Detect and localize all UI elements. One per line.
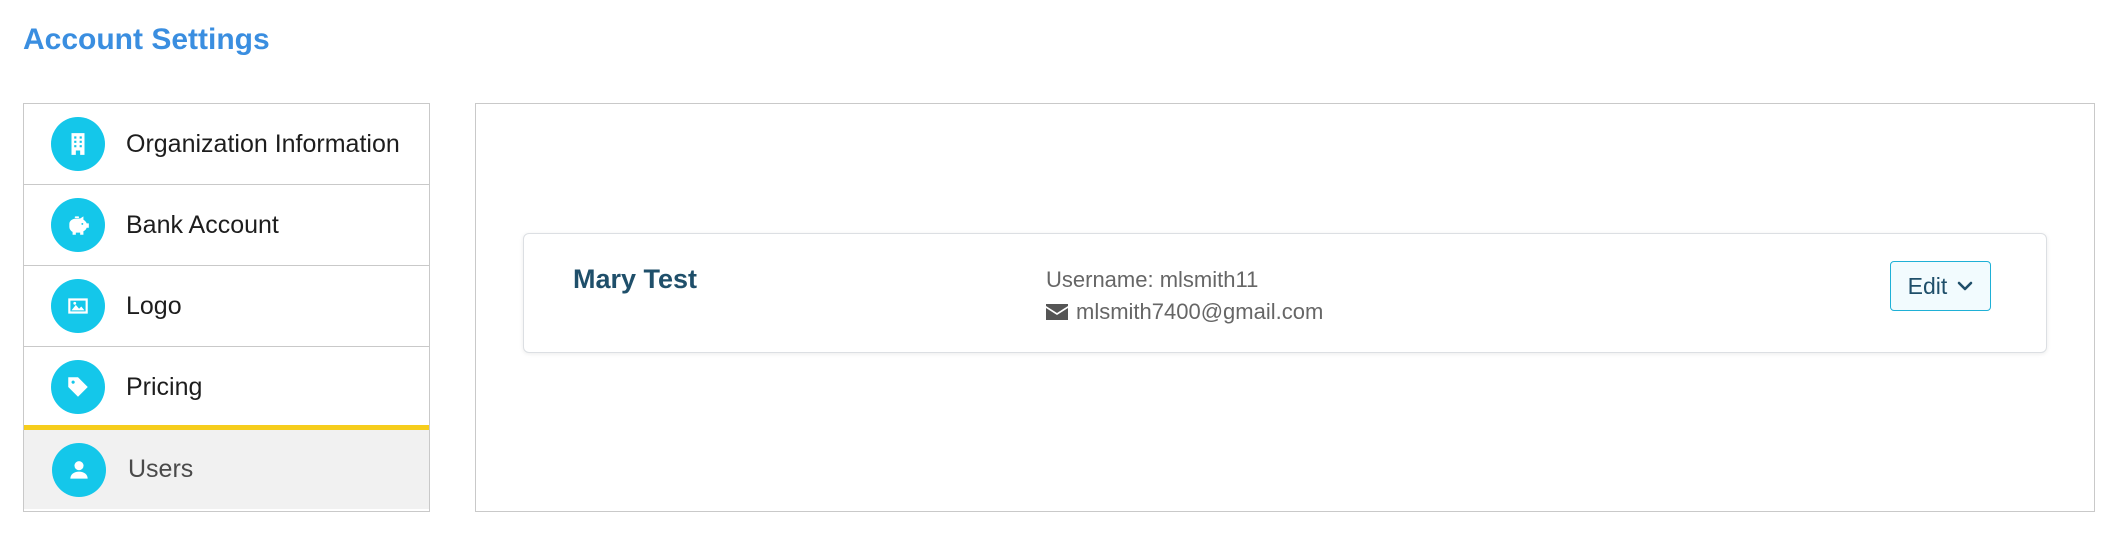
user-email: mlsmith7400@gmail.com xyxy=(1076,299,1324,324)
account-settings-page: Account Settings Organization Informatio… xyxy=(0,0,2117,542)
sidebar-item-logo[interactable]: Logo xyxy=(24,266,429,347)
users-panel: Mary Test Username: mlsmith11 mlsmith740… xyxy=(475,103,2095,512)
sidebar-item-organization-information[interactable]: Organization Information xyxy=(24,104,429,185)
user-details: Username: mlsmith11 mlsmith7400@gmail.co… xyxy=(1046,264,1323,328)
user-icon xyxy=(52,442,106,497)
page-title: Account Settings xyxy=(23,23,270,56)
tag-icon xyxy=(51,360,105,414)
sidebar-item-label: Pricing xyxy=(126,372,203,401)
image-icon xyxy=(51,279,105,333)
edit-label: Edit xyxy=(1907,272,1948,299)
sidebar-item-bank-account[interactable]: Bank Account xyxy=(24,185,429,266)
edit-dropdown-button[interactable]: Edit xyxy=(1890,261,1991,311)
user-email-row: mlsmith7400@gmail.com xyxy=(1046,296,1323,328)
sidebar-item-label: Bank Account xyxy=(126,210,279,239)
sidebar-item-label: Organization Information xyxy=(126,129,400,158)
envelope-icon xyxy=(1046,304,1068,320)
user-username: Username: mlsmith11 xyxy=(1046,267,1259,292)
sidebar-item-label: Users xyxy=(128,455,194,483)
sidebar-item-pricing[interactable]: Pricing xyxy=(24,347,429,428)
user-card: Mary Test Username: mlsmith11 mlsmith740… xyxy=(523,233,2047,353)
settings-sidebar: Organization Information Bank Account Lo… xyxy=(23,103,430,512)
sidebar-item-users[interactable]: Users xyxy=(24,425,429,509)
chevron-down-icon xyxy=(1957,280,1973,292)
user-name: Mary Test xyxy=(573,264,698,294)
building-icon xyxy=(51,117,105,171)
sidebar-item-label: Logo xyxy=(126,291,182,320)
piggy-bank-icon xyxy=(51,198,105,252)
